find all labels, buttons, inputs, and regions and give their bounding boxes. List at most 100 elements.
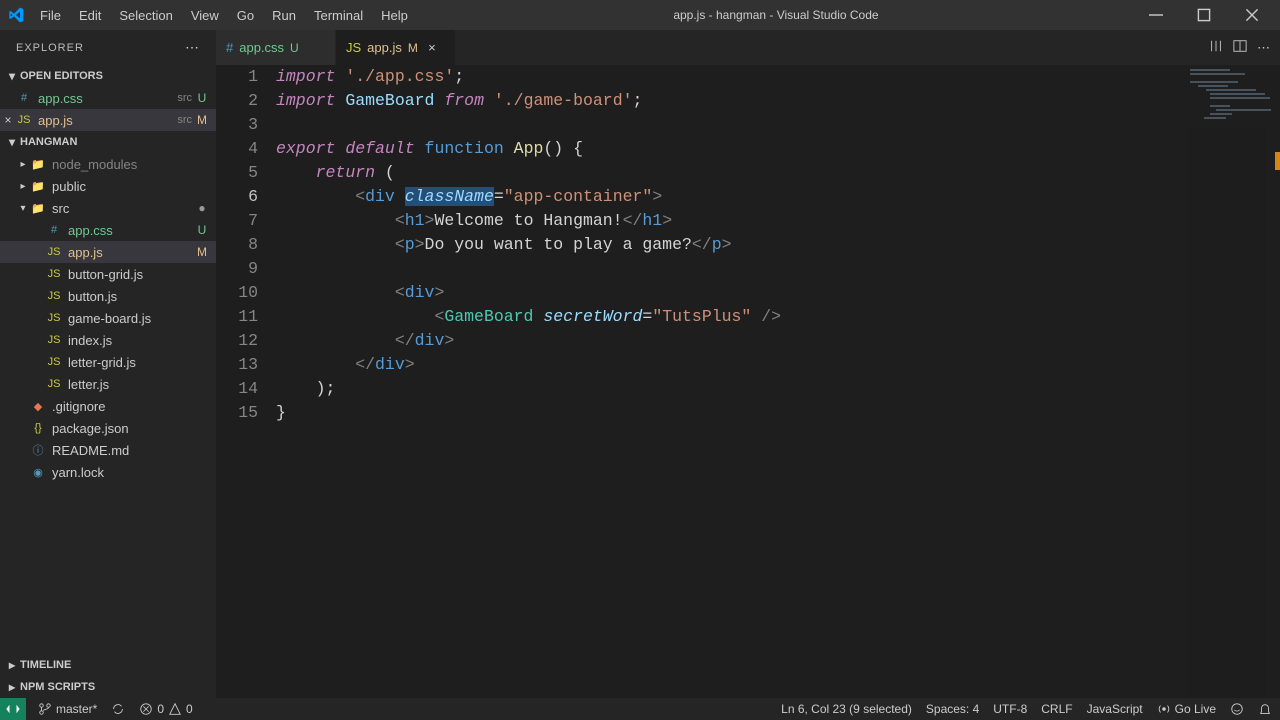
- editor-body[interactable]: 123456789101112131415 import './app.css'…: [216, 65, 1280, 698]
- cursor-position[interactable]: Ln 6, Col 23 (9 selected): [781, 702, 912, 716]
- file-row[interactable]: JSbutton.js: [0, 285, 216, 307]
- go-live[interactable]: Go Live: [1157, 702, 1216, 716]
- line-number: 6: [216, 185, 258, 209]
- file-name: index.js: [68, 333, 212, 348]
- chevron-right-icon: ▸: [4, 680, 20, 694]
- open-editor-item[interactable]: # app.css src U: [0, 87, 216, 109]
- eol[interactable]: CRLF: [1041, 702, 1072, 716]
- file-row[interactable]: #app.cssU: [0, 219, 216, 241]
- folder-row[interactable]: ▾📁src●: [0, 197, 216, 219]
- menu-file[interactable]: File: [32, 4, 69, 27]
- code-line[interactable]: <GameBoard secretWord="TutsPlus" />: [276, 305, 1280, 329]
- problems[interactable]: 0 0: [139, 702, 192, 716]
- close-icon[interactable]: ×: [424, 40, 440, 55]
- code-line[interactable]: import GameBoard from './game-board';: [276, 89, 1280, 113]
- file-row[interactable]: ◆.gitignore: [0, 395, 216, 417]
- code-line[interactable]: [276, 113, 1280, 137]
- close-icon[interactable]: ×: [0, 113, 16, 127]
- file-name: button.js: [68, 289, 212, 304]
- json-icon: {}: [30, 420, 46, 436]
- file-row[interactable]: JSgame-board.js: [0, 307, 216, 329]
- feedback[interactable]: [1230, 702, 1244, 716]
- open-editors-header[interactable]: ▾ OPEN EDITORS: [0, 65, 216, 87]
- line-number: 8: [216, 233, 258, 257]
- compare-changes-icon[interactable]: [1209, 39, 1223, 56]
- file-row[interactable]: JSapp.jsM: [0, 241, 216, 263]
- file-row[interactable]: JSletter.js: [0, 373, 216, 395]
- menu-view[interactable]: View: [183, 4, 227, 27]
- menu-go[interactable]: Go: [229, 4, 262, 27]
- code-line[interactable]: );: [276, 377, 1280, 401]
- menu-terminal[interactable]: Terminal: [306, 4, 371, 27]
- file-name: game-board.js: [68, 311, 212, 326]
- maximize-button[interactable]: [1184, 0, 1224, 30]
- timeline-header[interactable]: ▸ TIMELINE: [0, 654, 216, 676]
- line-number: 4: [216, 137, 258, 161]
- file-row[interactable]: JSbutton-grid.js: [0, 263, 216, 285]
- warning-icon: [168, 702, 182, 716]
- menu-help[interactable]: Help: [373, 4, 416, 27]
- chevron-icon: ▸: [16, 181, 30, 192]
- branch-name: master*: [56, 702, 97, 716]
- open-editor-item[interactable]: × JS app.js src M: [0, 109, 216, 131]
- git-branch[interactable]: master*: [38, 702, 97, 716]
- explorer-title: EXPLORER: [16, 42, 84, 54]
- language-mode[interactable]: JavaScript: [1087, 702, 1143, 716]
- code-line[interactable]: <h1>Welcome to Hangman!</h1>: [276, 209, 1280, 233]
- git-badge: M: [192, 113, 212, 127]
- folder-icon: 📁: [30, 156, 46, 172]
- minimap[interactable]: [1186, 65, 1266, 698]
- git-badge: M: [408, 41, 418, 55]
- code-line[interactable]: return (: [276, 161, 1280, 185]
- git-badge: U: [192, 223, 212, 237]
- editor-area: # app.css U JS app.js M × ⋯ 123456789101…: [216, 30, 1280, 698]
- line-number: 3: [216, 113, 258, 137]
- file-row[interactable]: ◉yarn.lock: [0, 461, 216, 483]
- git-badge: M: [192, 245, 212, 259]
- close-button[interactable]: [1232, 0, 1272, 30]
- remote-indicator[interactable]: [0, 698, 26, 720]
- encoding[interactable]: UTF-8: [993, 702, 1027, 716]
- code-line[interactable]: <div className="app-container">: [276, 185, 1280, 209]
- code-line[interactable]: }: [276, 401, 1280, 425]
- indentation[interactable]: Spaces: 4: [926, 702, 979, 716]
- chevron-down-icon: ▾: [4, 69, 20, 83]
- code-line[interactable]: [276, 257, 1280, 281]
- js-icon: JS: [46, 244, 62, 260]
- code-line[interactable]: </div>: [276, 329, 1280, 353]
- file-row[interactable]: JSindex.js: [0, 329, 216, 351]
- code-line[interactable]: export default function App() {: [276, 137, 1280, 161]
- code-content[interactable]: import './app.css';import GameBoard from…: [276, 65, 1280, 698]
- npm-scripts-header[interactable]: ▸ NPM SCRIPTS: [0, 676, 216, 698]
- chevron-down-icon: ▾: [4, 135, 20, 149]
- file-name: button-grid.js: [68, 267, 212, 282]
- sync-icon: [111, 702, 125, 716]
- file-row[interactable]: ⓘREADME.md: [0, 439, 216, 461]
- more-actions-icon[interactable]: ⋯: [1257, 40, 1270, 56]
- file-row[interactable]: {} package.json: [0, 417, 216, 439]
- minimize-button[interactable]: [1136, 0, 1176, 30]
- warning-count: 0: [186, 702, 193, 716]
- line-number: 11: [216, 305, 258, 329]
- menu-run[interactable]: Run: [264, 4, 304, 27]
- notifications[interactable]: [1258, 702, 1272, 716]
- explorer-actions[interactable]: ⋯: [185, 39, 200, 56]
- file-name: package.json: [52, 421, 212, 436]
- folder-row[interactable]: ▸📁public: [0, 175, 216, 197]
- tab-app-css[interactable]: # app.css U: [216, 30, 336, 65]
- code-line[interactable]: import './app.css';: [276, 65, 1280, 89]
- menu-edit[interactable]: Edit: [71, 4, 109, 27]
- menu-selection[interactable]: Selection: [111, 4, 180, 27]
- line-number: 15: [216, 401, 258, 425]
- sync-button[interactable]: [111, 702, 125, 716]
- tab-app-js[interactable]: JS app.js M ×: [336, 30, 456, 65]
- code-line[interactable]: <div>: [276, 281, 1280, 305]
- project-header[interactable]: ▾ HANGMAN: [0, 131, 216, 153]
- file-row[interactable]: JSletter-grid.js: [0, 351, 216, 373]
- code-line[interactable]: </div>: [276, 353, 1280, 377]
- code-line[interactable]: <p>Do you want to play a game?</p>: [276, 233, 1280, 257]
- file-name: node_modules: [52, 157, 212, 172]
- tab-label: app.css: [239, 40, 284, 55]
- split-editor-icon[interactable]: [1233, 39, 1247, 56]
- folder-row[interactable]: ▸📁node_modules: [0, 153, 216, 175]
